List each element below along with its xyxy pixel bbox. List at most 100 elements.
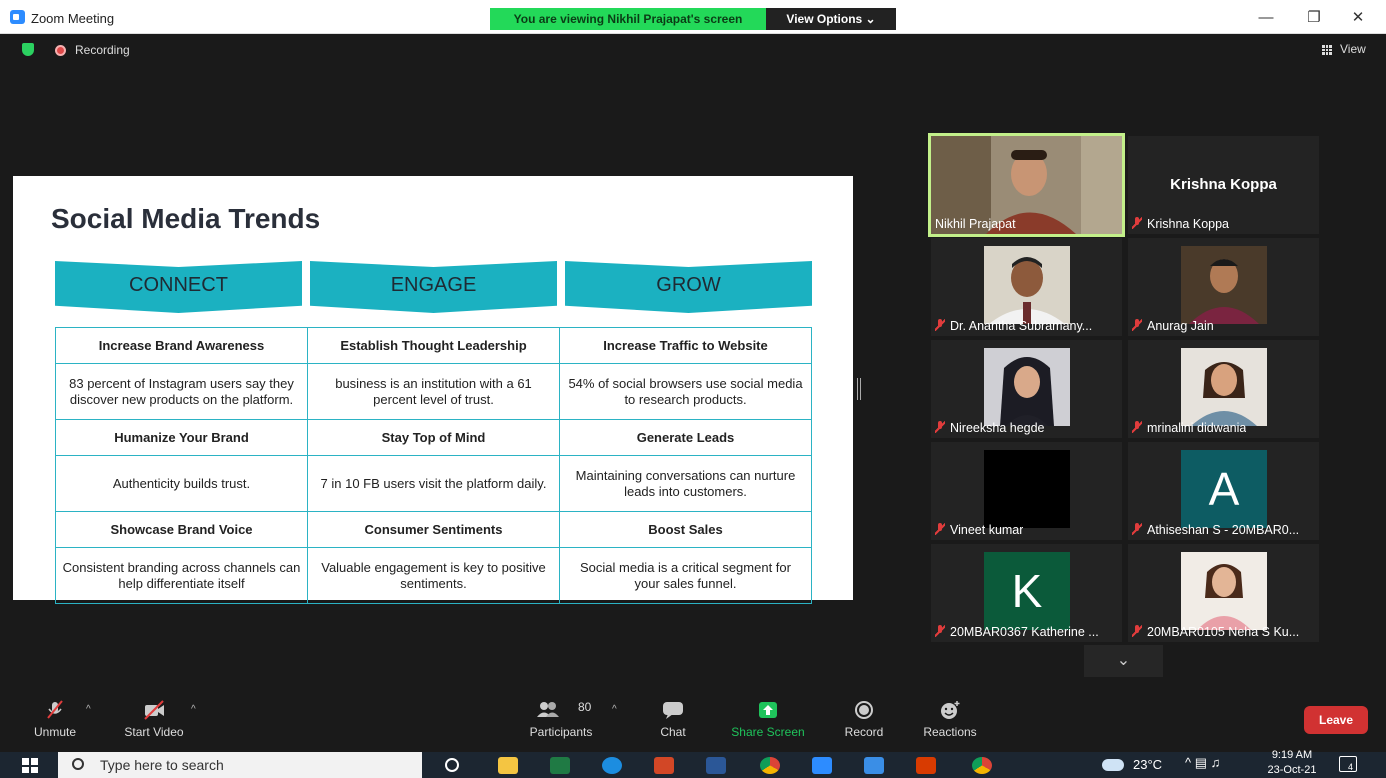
mic-muted-icon <box>1132 625 1142 637</box>
pillar-grow: GROW <box>565 261 812 313</box>
participant-photo <box>1181 246 1267 324</box>
goal-heading-cell: Consumer Sentiments <box>307 511 560 548</box>
participant-photo <box>984 348 1070 426</box>
office-icon[interactable] <box>916 757 936 774</box>
view-grid-icon[interactable] <box>1322 45 1332 55</box>
unmute-label: Unmute <box>33 725 77 739</box>
notification-center-icon[interactable]: 4 <box>1339 756 1357 772</box>
goal-heading-cell: Showcase Brand Voice <box>55 511 308 548</box>
zoom-taskbar-icon[interactable] <box>812 757 832 774</box>
mic-muted-icon <box>1132 421 1142 433</box>
panel-splitter-handle[interactable] <box>857 378 861 400</box>
share-screen-label: Share Screen <box>731 725 805 739</box>
search-icon <box>72 758 84 770</box>
system-tray-icons[interactable]: ^ ▤ ♫ <box>1185 755 1220 771</box>
participant-tile[interactable]: 20MBAR0105 Neha S Ku... <box>1128 544 1319 642</box>
pillar-engage: ENGAGE <box>310 261 557 313</box>
participant-count: 80 <box>578 700 592 714</box>
chrome-profile-icon[interactable] <box>972 757 992 774</box>
restore-button[interactable]: ❐ <box>1302 8 1326 28</box>
cortana-icon[interactable] <box>445 758 459 772</box>
goal-heading-cell: Increase Traffic to Website <box>559 327 812 364</box>
share-screen-icon <box>759 702 777 718</box>
mic-muted-icon <box>1132 523 1142 535</box>
mic-muted-icon <box>935 421 945 433</box>
participant-tile[interactable]: Krishna Koppa Krishna Koppa <box>1128 136 1319 234</box>
start-video-label: Start Video <box>124 725 184 739</box>
windows-start-icon[interactable] <box>22 758 38 773</box>
goal-heading-cell: Humanize Your Brand <box>55 419 308 456</box>
viewing-banner: You are viewing Nikhil Prajapat's screen <box>490 8 766 30</box>
unmute-button[interactable]: Unmute <box>26 696 84 742</box>
file-explorer-icon[interactable] <box>498 757 518 774</box>
trends-table: Increase Brand Awareness Establish Though… <box>55 327 812 604</box>
powerpoint-icon[interactable] <box>654 757 674 774</box>
reactions-label: Reactions <box>923 725 977 739</box>
participant-tile[interactable]: Vineet kumar <box>931 442 1122 540</box>
participant-photo <box>1181 552 1267 630</box>
participant-tile[interactable]: mrinalini didwania <box>1128 340 1319 438</box>
pillar-connect: CONNECT <box>55 261 302 313</box>
participant-tile[interactable]: K 20MBAR0367 Katherine ... <box>931 544 1122 642</box>
weather-cloud-icon[interactable] <box>1102 759 1124 771</box>
participant-name: Anurag Jain <box>1132 318 1214 333</box>
goal-description-cell: 54% of social browsers use social media … <box>559 363 812 420</box>
chrome-icon[interactable] <box>760 757 780 774</box>
minimize-button[interactable]: — <box>1254 8 1278 28</box>
goal-heading-cell: Stay Top of Mind <box>307 419 560 456</box>
participant-photo <box>1181 348 1267 426</box>
participant-photo <box>984 450 1070 528</box>
participant-tile[interactable]: Anurag Jain <box>1128 238 1319 336</box>
microphone-muted-icon <box>47 700 63 719</box>
mic-muted-icon <box>1132 217 1142 229</box>
start-video-button[interactable]: Start Video <box>118 696 190 742</box>
participant-photo <box>984 246 1070 324</box>
zoom-logo-icon <box>10 10 25 24</box>
edge-icon[interactable] <box>602 757 622 774</box>
goal-description-cell: Consistent branding across channels can … <box>55 547 308 604</box>
close-button[interactable]: ✕ <box>1346 8 1370 28</box>
view-button[interactable]: View <box>1340 42 1366 56</box>
security-shield-icon[interactable] <box>22 43 34 56</box>
participant-tile[interactable]: A Athiseshan S - 20MBAR0... <box>1128 442 1319 540</box>
taskbar-search-placeholder: Type here to search <box>100 757 224 773</box>
mic-muted-icon <box>935 319 945 331</box>
participant-tile[interactable]: Nikhil Prajapat <box>928 133 1125 237</box>
share-screen-button[interactable]: Share Screen <box>728 696 808 742</box>
participant-name: Vineet kumar <box>935 522 1023 537</box>
record-button[interactable]: Record <box>838 696 890 742</box>
participant-tile[interactable]: Dr. Anantha Subramany... <box>931 238 1122 336</box>
participant-avatar: K <box>984 552 1070 630</box>
goal-description-cell: business is an institution with a 61 per… <box>307 363 560 420</box>
taskbar-search-box[interactable]: Type here to search <box>58 752 422 778</box>
leave-button[interactable]: Leave <box>1304 706 1368 734</box>
participants-button[interactable]: 80 Participants <box>526 696 596 742</box>
clock-time[interactable]: 9:19 AM <box>1262 749 1322 761</box>
table-row: Consistent branding across channels can … <box>55 547 812 604</box>
participant-name: Nireeksha hegde <box>935 420 1045 435</box>
goal-description-cell: Authenticity builds trust. <box>55 455 308 512</box>
weather-temp[interactable]: 23°C <box>1133 757 1162 772</box>
sticky-notes-icon[interactable] <box>864 757 884 774</box>
chat-button[interactable]: Chat <box>648 696 698 742</box>
participant-tile[interactable]: Nireeksha hegde <box>931 340 1122 438</box>
reactions-button[interactable]: Reactions <box>918 696 982 742</box>
reactions-icon <box>941 701 960 719</box>
excel-icon[interactable] <box>550 757 570 774</box>
notification-count: 4 <box>1348 762 1354 772</box>
participant-name: Athiseshan S - 20MBAR0... <box>1132 522 1299 537</box>
participants-caret-icon[interactable]: ^ <box>612 704 617 715</box>
gallery-next-page-button[interactable]: ⌄ <box>1084 645 1163 677</box>
clock-date[interactable]: 23-Oct-21 <box>1260 764 1324 776</box>
word-icon[interactable] <box>706 757 726 774</box>
view-options-button[interactable]: View Options ⌄ <box>766 8 896 30</box>
video-options-caret-icon[interactable]: ^ <box>191 704 196 715</box>
slide-title: Social Media Trends <box>51 203 321 234</box>
audio-options-caret-icon[interactable]: ^ <box>86 704 91 715</box>
goal-heading-cell: Boost Sales <box>559 511 812 548</box>
table-header-row: Showcase Brand Voice Consumer Sentiments B… <box>55 511 812 548</box>
table-header-row: Humanize Your Brand Stay Top of Mind Gener… <box>55 419 812 456</box>
participant-display-name: Krishna Koppa <box>1170 176 1277 193</box>
participant-name: Dr. Anantha Subramany... <box>935 318 1092 333</box>
mic-muted-icon <box>935 625 945 637</box>
